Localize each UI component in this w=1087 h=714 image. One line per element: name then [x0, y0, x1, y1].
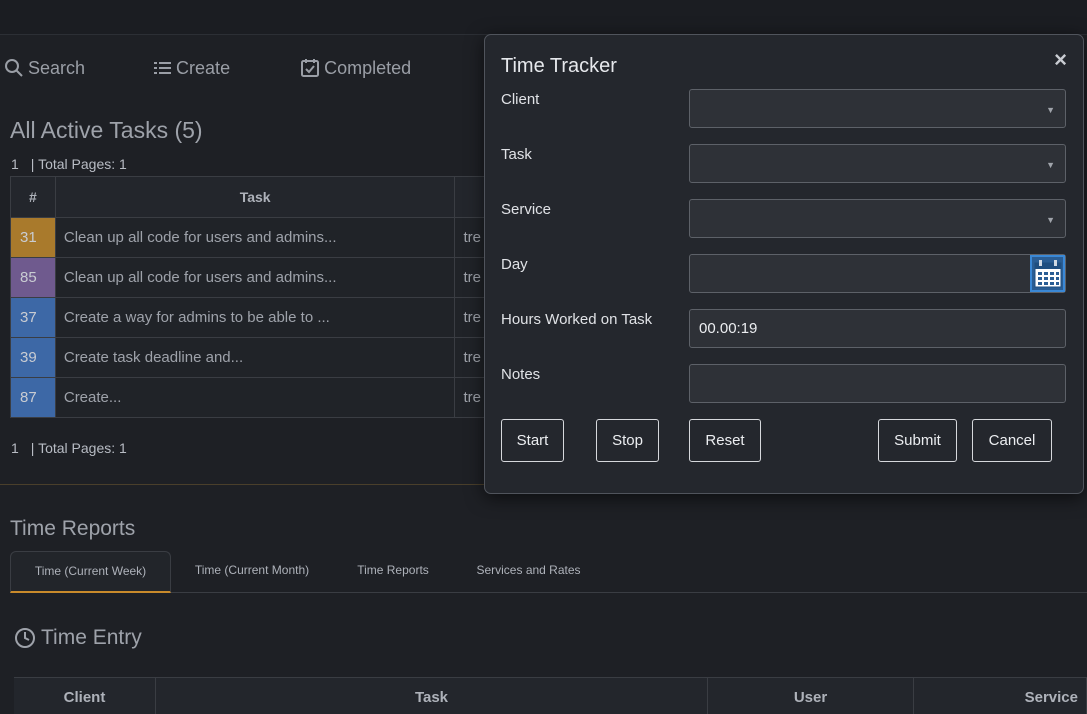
task-title[interactable]: Create... [54, 377, 456, 418]
report-tabs: Time (Current Week) Time (Current Month)… [10, 551, 1087, 593]
col-task[interactable]: Task [54, 176, 456, 218]
nav-search[interactable]: Search [4, 56, 85, 80]
calendar-icon [1034, 259, 1061, 287]
time-entry-label: Time Entry [41, 626, 142, 649]
task-row[interactable]: 87 Create... tre [10, 377, 490, 418]
reset-button[interactable]: Reset [689, 419, 761, 462]
calendar-button[interactable] [1030, 255, 1065, 292]
time-tracker-modal: Time Tracker × Client ▼ Task ▼ Service ▼… [484, 34, 1084, 494]
task-number[interactable]: 37 [10, 297, 56, 338]
nav-search-label: Search [28, 57, 86, 78]
task-title[interactable]: Create task deadline and... [54, 337, 456, 378]
col-client[interactable]: Client [14, 678, 156, 714]
nav-create-label: Create [176, 57, 231, 78]
service-select[interactable]: ▼ [689, 199, 1066, 238]
service-label: Service [501, 201, 552, 218]
tab-current-month[interactable]: Time (Current Month) [182, 551, 322, 593]
stop-button[interactable]: Stop [596, 419, 659, 462]
col-service[interactable]: Service [914, 678, 1087, 714]
task-number[interactable]: 39 [10, 337, 56, 378]
active-tasks-heading: All Active Tasks (5) [10, 117, 203, 143]
nav-completed-label: Completed [324, 57, 412, 78]
task-nav: Search Create Completed [4, 56, 411, 80]
task-label: Task [501, 146, 532, 163]
caret-down-icon: ▼ [1046, 160, 1055, 170]
hours-value: 00.00:19 [699, 320, 758, 337]
cancel-button[interactable]: Cancel [972, 419, 1052, 462]
task-number[interactable]: 31 [10, 217, 56, 258]
task-row[interactable]: 37 Create a way for admins to be able to … [10, 297, 490, 338]
day-input[interactable] [689, 254, 1066, 293]
time-reports-heading: Time Reports [10, 517, 136, 540]
clock-icon [15, 628, 35, 648]
caret-down-icon: ▼ [1046, 215, 1055, 225]
client-select[interactable]: ▼ [689, 89, 1066, 128]
pager-page[interactable]: 1 [11, 156, 19, 172]
time-entry-heading: Time Entry [14, 626, 142, 650]
task-title[interactable]: Clean up all code for users and admins..… [54, 217, 456, 258]
notes-label: Notes [501, 366, 541, 383]
pager-page[interactable]: 1 [11, 440, 19, 456]
task-row[interactable]: 85 Clean up all code for users and admins… [10, 257, 490, 298]
active-tasks-table: # Task 31 Clean up all code for users and… [10, 176, 490, 418]
col-number[interactable]: # [10, 176, 56, 218]
pager-top: 1 | Total Pages: 1 [11, 156, 127, 172]
start-button[interactable]: Start [501, 419, 564, 462]
calendar-check-icon [301, 59, 320, 77]
notes-input[interactable] [689, 364, 1066, 403]
task-number[interactable]: 85 [10, 257, 56, 298]
client-label: Client [501, 91, 540, 108]
top-band [0, 0, 1087, 35]
task-row[interactable]: 31 Clean up all code for users and admins… [10, 217, 490, 258]
task-number[interactable]: 87 [10, 377, 56, 418]
col-task[interactable]: Task [156, 678, 708, 714]
day-label: Day [501, 256, 528, 273]
modal-title: Time Tracker [501, 55, 617, 77]
list-icon [154, 62, 172, 74]
hours-label: Hours Worked on Task [501, 311, 653, 328]
nav-completed[interactable]: Completed [300, 56, 411, 80]
search-icon [5, 59, 23, 77]
pager-total: | Total Pages: 1 [30, 156, 127, 172]
task-select[interactable]: ▼ [689, 144, 1066, 183]
pager-bottom: 1 | Total Pages: 1 [11, 440, 127, 456]
tab-services-rates[interactable]: Services and Rates [462, 551, 595, 593]
col-user[interactable]: User [708, 678, 914, 714]
tab-current-week[interactable]: Time (Current Week) [10, 551, 171, 593]
submit-button[interactable]: Submit [878, 419, 957, 462]
tab-time-reports[interactable]: Time Reports [342, 551, 444, 593]
pager-total: | Total Pages: 1 [30, 440, 127, 456]
nav-create[interactable]: Create [154, 56, 230, 80]
task-row[interactable]: 39 Create task deadline and... tre [10, 337, 490, 378]
close-icon[interactable]: × [1054, 47, 1067, 73]
task-title[interactable]: Create a way for admins to be able to ..… [54, 297, 456, 338]
hours-input[interactable]: 00.00:19 [689, 309, 1066, 348]
caret-down-icon: ▼ [1046, 105, 1055, 115]
time-entry-table-header: Client Task User Service [14, 677, 1087, 714]
task-title[interactable]: Clean up all code for users and admins..… [54, 257, 456, 298]
section-divider [0, 484, 484, 485]
